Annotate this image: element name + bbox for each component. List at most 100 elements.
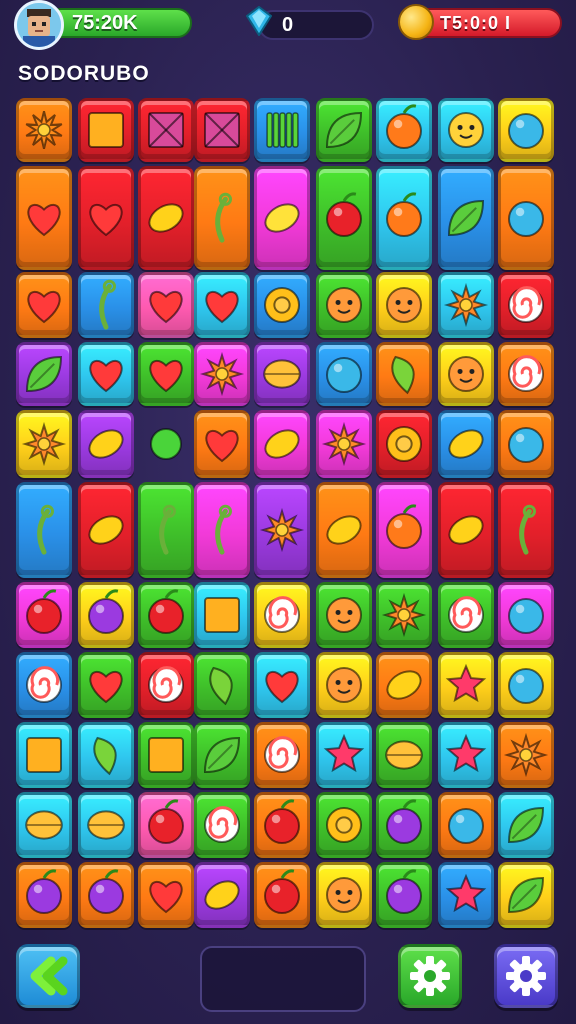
board-tile[interactable] — [316, 792, 372, 858]
board-tile[interactable] — [138, 272, 194, 338]
settings-button-green[interactable] — [398, 944, 462, 1008]
board-tile[interactable] — [138, 582, 194, 648]
board-tile[interactable] — [438, 342, 494, 406]
board-tile[interactable] — [254, 862, 310, 928]
board-tile[interactable] — [78, 410, 134, 478]
board-tile[interactable] — [16, 722, 72, 788]
board-tile[interactable] — [254, 342, 310, 406]
board-tile[interactable] — [316, 98, 372, 162]
board-tile[interactable] — [254, 722, 310, 788]
board-tile[interactable] — [16, 98, 72, 162]
board-tile[interactable] — [498, 582, 554, 648]
board-tile[interactable] — [78, 582, 134, 648]
board-tile[interactable] — [138, 342, 194, 406]
board-tile[interactable] — [438, 98, 494, 162]
board-tile[interactable] — [78, 272, 134, 338]
board-tile[interactable] — [316, 272, 372, 338]
settings-button-purple[interactable] — [494, 944, 558, 1008]
board-tile[interactable] — [438, 862, 494, 928]
board-tile[interactable] — [376, 652, 432, 718]
board-tile[interactable] — [194, 98, 250, 162]
board-tile[interactable] — [438, 272, 494, 338]
board-tile[interactable] — [16, 482, 72, 578]
board-tile[interactable] — [498, 722, 554, 788]
board-tile[interactable] — [194, 792, 250, 858]
board-tile[interactable] — [438, 482, 494, 578]
board-tile[interactable] — [376, 862, 432, 928]
board-tile[interactable] — [138, 792, 194, 858]
board-tile[interactable] — [316, 652, 372, 718]
board-tile[interactable] — [376, 722, 432, 788]
board-tile[interactable] — [138, 482, 194, 578]
board-tile[interactable] — [78, 342, 134, 406]
board-tile[interactable] — [194, 862, 250, 928]
back-button[interactable] — [16, 944, 80, 1008]
board-tile[interactable] — [376, 342, 432, 406]
board-tile[interactable] — [254, 410, 310, 478]
board-tile[interactable] — [438, 652, 494, 718]
board-tile[interactable] — [316, 342, 372, 406]
board-tile[interactable] — [254, 272, 310, 338]
board-tile[interactable] — [498, 98, 554, 162]
board-tile[interactable] — [138, 862, 194, 928]
board-tile[interactable] — [16, 272, 72, 338]
board-tile[interactable] — [376, 166, 432, 270]
board-tile[interactable] — [316, 722, 372, 788]
board-tile[interactable] — [16, 342, 72, 406]
board-tile[interactable] — [16, 410, 72, 478]
board-tile[interactable] — [498, 862, 554, 928]
board-tile[interactable] — [438, 582, 494, 648]
board-tile[interactable] — [194, 410, 250, 478]
board-tile[interactable] — [316, 410, 372, 478]
board-tile[interactable] — [78, 482, 134, 578]
board-tile[interactable] — [78, 722, 134, 788]
board-tile[interactable] — [78, 98, 134, 162]
board-tile[interactable] — [194, 582, 250, 648]
board-tile[interactable] — [254, 166, 310, 270]
board-tile[interactable] — [498, 272, 554, 338]
board-tile[interactable] — [376, 792, 432, 858]
board-tile[interactable] — [254, 652, 310, 718]
board-tile[interactable] — [194, 722, 250, 788]
board-tile[interactable] — [438, 722, 494, 788]
board-tile[interactable] — [498, 482, 554, 578]
board-tile[interactable] — [138, 98, 194, 162]
board-tile[interactable] — [16, 792, 72, 858]
board-tile[interactable] — [498, 652, 554, 718]
board-tile[interactable] — [138, 722, 194, 788]
board-tile[interactable] — [498, 342, 554, 406]
board-tile[interactable] — [194, 342, 250, 406]
board-tile[interactable] — [194, 652, 250, 718]
board-tile[interactable] — [78, 862, 134, 928]
board-tile[interactable] — [498, 166, 554, 270]
board-tile[interactable] — [16, 582, 72, 648]
board-tile[interactable] — [16, 652, 72, 718]
board-tile[interactable] — [78, 792, 134, 858]
board-tile[interactable] — [376, 410, 432, 478]
board-tile[interactable] — [438, 792, 494, 858]
board-tile[interactable] — [498, 792, 554, 858]
board-tile[interactable] — [194, 272, 250, 338]
board-tile[interactable] — [254, 482, 310, 578]
board-tile[interactable] — [316, 482, 372, 578]
board-tile[interactable] — [376, 482, 432, 578]
board-tile[interactable] — [438, 410, 494, 478]
board-tile[interactable] — [194, 166, 250, 270]
board-tile[interactable] — [254, 582, 310, 648]
board-tile[interactable] — [316, 166, 372, 270]
board-tile[interactable] — [316, 582, 372, 648]
board-tile[interactable] — [16, 862, 72, 928]
board-tile[interactable] — [78, 652, 134, 718]
board-tile[interactable] — [438, 166, 494, 270]
board-tile[interactable] — [376, 272, 432, 338]
board-tile[interactable] — [376, 582, 432, 648]
board-tile[interactable] — [194, 482, 250, 578]
board-tile[interactable] — [498, 410, 554, 478]
board-tile[interactable] — [16, 166, 72, 270]
board-tile[interactable] — [138, 652, 194, 718]
board-tile[interactable] — [254, 98, 310, 162]
ball-icon[interactable] — [138, 410, 194, 478]
board-tile[interactable] — [78, 166, 134, 270]
board-tile[interactable] — [138, 166, 194, 270]
board-tile[interactable] — [376, 98, 432, 162]
